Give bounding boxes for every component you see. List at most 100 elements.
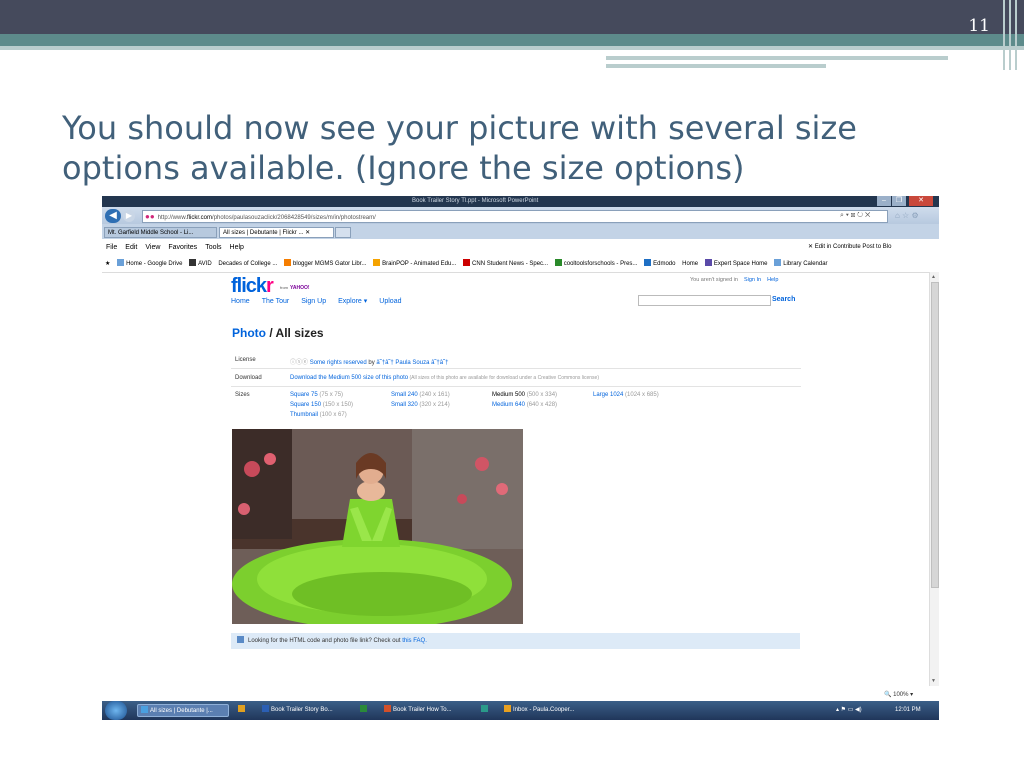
sign-in-link[interactable]: Sign In [744, 277, 761, 283]
tab-all-sizes[interactable]: All sizes | Debutante | Flickr ... ✕ [219, 227, 334, 238]
menu-edit[interactable]: Edit [125, 244, 137, 251]
back-button[interactable]: ◀ [105, 209, 121, 223]
info-icon [237, 636, 244, 643]
url-prefix: http://www. [157, 215, 188, 221]
nav-the-tour[interactable]: The Tour [262, 298, 290, 305]
taskbar-outlook[interactable]: Inbox - Paula.Cooper... [501, 704, 591, 717]
url-domain: flickr.com [187, 215, 213, 221]
nav-upload[interactable]: Upload [379, 298, 401, 305]
signed-out-text: You aren't signed in [690, 277, 738, 283]
flickr-logo[interactable]: flickr [231, 275, 274, 298]
menu-view[interactable]: View [145, 244, 160, 251]
close-button[interactable]: ✕ [909, 196, 933, 206]
fav-edmodo[interactable]: Edmodo [644, 256, 675, 272]
slide-title: You should now see your picture with sev… [62, 109, 857, 187]
license-label: License [235, 357, 256, 363]
fav-blogger[interactable]: blogger MGMS Gator Libr... [284, 256, 366, 272]
heading-rest: / All sizes [266, 326, 324, 340]
row-divider [231, 368, 801, 369]
size-medium-640[interactable]: Medium 640 (640 x 428) [492, 402, 557, 408]
nav-explore[interactable]: Explore ▾ [338, 298, 367, 305]
page-icon [774, 259, 782, 266]
size-small-240[interactable]: Small 240 (240 x 161) [391, 392, 450, 398]
some-rights-link[interactable]: Some rights reserved [310, 360, 367, 366]
maximize-button[interactable]: ❐ [892, 196, 906, 206]
faq-notice: Looking for the HTML code and photo file… [231, 633, 800, 649]
edmodo-icon [644, 259, 652, 266]
size-large-1024[interactable]: Large 1024 (1024 x 685) [593, 392, 659, 398]
ie-icon [141, 706, 148, 713]
author-link[interactable]: â˜†â˜† Paula Souza â˜†â˜† [376, 360, 448, 366]
fav-expert-space[interactable]: Expert Space Home [704, 256, 768, 272]
faq-text: Looking for the HTML code and photo file… [248, 638, 403, 644]
page-title: Photo / All sizes [232, 326, 324, 340]
help-link[interactable]: Help [767, 277, 778, 283]
fav-library-calendar[interactable]: Library Calendar [774, 256, 828, 272]
start-button[interactable] [105, 701, 127, 720]
fav-cooltools[interactable]: cooltoolsforschools - Pres... [554, 256, 637, 272]
contribute-toolbar[interactable]: ✕ Edit in Contribute Post to Blo [808, 241, 891, 254]
address-bar[interactable]: ●● http://www.flickr.com/photos/paulasouz… [142, 210, 888, 223]
url-path: /photos/paulasouzaclick/2068428549/sizes… [212, 215, 376, 221]
favorites-star-icon[interactable]: ★ [105, 256, 110, 272]
taskbar-ie[interactable]: All sizes | Debutante |... [137, 704, 229, 717]
taskbar-media[interactable] [235, 704, 251, 717]
flickr-favicon-icon: ●● [145, 212, 155, 221]
taskbar-powerpoint[interactable]: Book Trailer How To... [381, 704, 471, 717]
slide-accent-vline [1003, 0, 1005, 70]
sizes-label: Sizes [235, 392, 250, 398]
blogger-icon [284, 259, 292, 266]
home-favorites-tools-icons[interactable]: ⌂ ☆ ⚙ [895, 210, 919, 221]
search-input[interactable] [638, 295, 771, 306]
size-thumbnail[interactable]: Thumbnail (100 x 67) [290, 412, 347, 418]
photo-image[interactable] [232, 429, 523, 624]
favorites-bar: ★ Home - Google Drive AVID Decades of Co… [102, 256, 939, 273]
license-by: by [366, 360, 377, 366]
taskbar-publisher[interactable] [478, 704, 494, 717]
size-square-75[interactable]: Square 75 (75 x 75) [290, 392, 343, 398]
fav-home[interactable]: Home [682, 256, 698, 272]
taskbar-word[interactable]: Book Trailer Story Bo... [259, 704, 351, 717]
fav-cnn[interactable]: CNN Student News - Spec... [463, 256, 548, 272]
address-bar-controls[interactable]: ⌕ ▾ ⊠ ↻ ✕ [840, 210, 870, 221]
menu-favorites[interactable]: Favorites [168, 244, 197, 251]
minimize-button[interactable]: – [877, 196, 891, 206]
fav-avid[interactable]: AVID [189, 256, 212, 272]
size-square-150[interactable]: Square 150 (150 x 150) [290, 402, 353, 408]
scroll-up-icon[interactable]: ▲ [931, 274, 936, 280]
system-tray[interactable]: ▴ ⚑ ▭ ◀) [836, 701, 862, 720]
download-medium-link[interactable]: Download the Medium 500 size of this pho… [290, 375, 408, 381]
scroll-down-icon[interactable]: ▼ [931, 678, 936, 684]
slide-accent-vline [1015, 0, 1017, 70]
cnn-icon [463, 259, 471, 266]
fav-decades[interactable]: Decades of College ... [218, 256, 277, 272]
fav-brainpop[interactable]: BrainPOP - Animated Edu... [373, 256, 456, 272]
taskbar-excel[interactable] [357, 704, 373, 717]
browser-screenshot: Book Trailer Story Tl.ppt - Microsoft Po… [102, 196, 939, 720]
tab-mt-garfield[interactable]: Mt. Garfield Middle School - Li... [104, 227, 217, 238]
faq-link[interactable]: this FAQ. [402, 638, 427, 644]
fav-google-drive[interactable]: Home - Google Drive [117, 256, 182, 272]
cooltools-icon [554, 259, 562, 266]
new-tab-button[interactable] [335, 227, 351, 238]
flickr-logo-r: r [266, 275, 274, 297]
sign-in-status: You aren't signed in Sign In Help [690, 277, 778, 283]
menu-help[interactable]: Help [230, 244, 244, 251]
media-icon [238, 705, 245, 712]
taskbar-clock[interactable]: 12:01 PM [895, 701, 921, 720]
page-icon [117, 259, 125, 266]
zoom-level[interactable]: 🔍 100% ▾ [884, 691, 913, 698]
forward-arrow-icon: ▶ [125, 211, 133, 220]
scrollbar-thumb[interactable] [931, 282, 939, 588]
menu-file[interactable]: File [106, 244, 117, 251]
size-small-320[interactable]: Small 320 (320 x 214) [391, 402, 450, 408]
outlook-icon [504, 705, 511, 712]
search-button[interactable]: Search [772, 296, 795, 303]
row-divider [231, 386, 801, 387]
nav-sign-up[interactable]: Sign Up [301, 298, 326, 305]
photo-link[interactable]: Photo [232, 326, 266, 340]
menu-tools[interactable]: Tools [205, 244, 221, 251]
nav-home[interactable]: Home [231, 298, 250, 305]
slide-accent-vline [1009, 0, 1011, 70]
forward-button[interactable]: ▶ [123, 210, 135, 222]
